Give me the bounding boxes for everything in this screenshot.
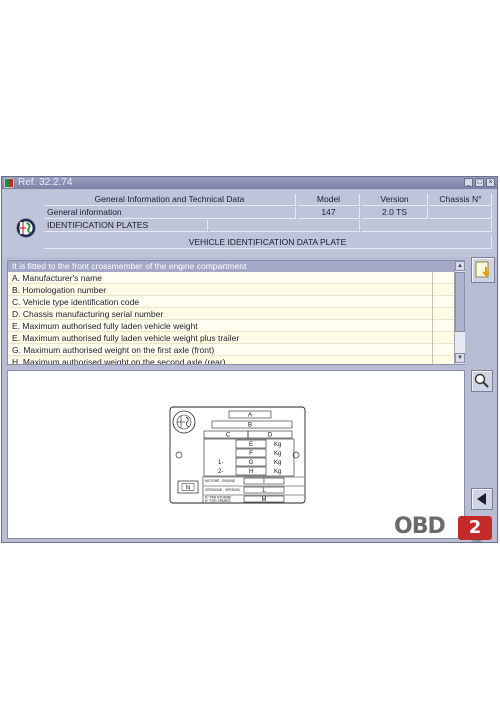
title-bar: Ref. 32.2.74 _ □ ×: [2, 177, 497, 189]
plate-field-f: F: [249, 451, 253, 457]
close-button[interactable]: ×: [486, 178, 495, 187]
column-version: Version: [362, 194, 428, 206]
plate-axle-1: 1-: [218, 460, 223, 466]
subsection-blank-2: [362, 220, 492, 232]
plate-field-h: H: [249, 469, 253, 475]
section-label: General information: [44, 207, 296, 219]
list-item[interactable]: E. Maximum authorised fully laden vehicl…: [8, 332, 454, 344]
jump-icon: [475, 261, 490, 278]
watermark-text: OBD: [394, 514, 446, 539]
plate-field-c: C: [226, 433, 231, 439]
plate-field-m: M: [262, 497, 267, 503]
back-button[interactable]: [471, 488, 493, 510]
info-header: General Information and Technical Data M…: [2, 190, 497, 257]
plate-axle-2: 2-: [218, 469, 223, 475]
plate-unit-e: Kg: [274, 442, 281, 448]
column-title: General Information and Technical Data: [44, 194, 296, 206]
window-title: Ref. 32.2.74: [18, 177, 73, 188]
plate-unit-g: Kg: [274, 460, 281, 466]
plate-field-g: G: [249, 460, 254, 466]
list-item[interactable]: G. Maximum authorised weight on the firs…: [8, 344, 454, 356]
list-rows: A. Manufacturer's name B. Homologation n…: [8, 272, 454, 364]
list-item[interactable]: B. Homologation number: [8, 284, 454, 296]
plate-engine-label: MOTORE - ENGINE: [205, 479, 236, 483]
app-icon: [4, 178, 14, 188]
column-chassis: Chassis N°: [430, 194, 492, 206]
triangle-left-icon: [477, 493, 486, 505]
version-value: 2.0 TS: [362, 207, 428, 219]
list-scrollbar[interactable]: ▲ ▼: [454, 261, 465, 364]
list-item[interactable]: E. Maximum authorised fully laden vehicl…: [8, 320, 454, 332]
plate-field-e: E: [249, 442, 253, 448]
jump-button[interactable]: [471, 257, 495, 283]
scroll-thumb[interactable]: [455, 272, 465, 332]
alfa-romeo-logo-icon: [16, 218, 36, 238]
id-plate-diagram: A B C D E Kg F Kg 1- G Kg 2- H Kg MOTORE…: [169, 406, 306, 504]
watermark-logo: OBD 2 .com: [394, 514, 494, 544]
subsection-label: IDENTIFICATION PLATES: [44, 220, 208, 232]
maximize-button[interactable]: □: [475, 178, 484, 187]
chassis-value: [430, 207, 492, 219]
zoom-button[interactable]: [471, 370, 493, 392]
list-item[interactable]: H. Maximum authorised weight on the seco…: [8, 356, 454, 364]
list-item[interactable]: A. Manufacturer's name: [8, 272, 454, 284]
list-item[interactable]: D. Chassis manufacturing serial number: [8, 308, 454, 320]
minimize-button[interactable]: _: [464, 178, 473, 187]
column-divider: [432, 272, 433, 364]
scroll-up-icon[interactable]: ▲: [455, 261, 465, 271]
plate-field-n: N: [186, 485, 190, 491]
app-window: Ref. 32.2.74 _ □ × General Information a…: [1, 176, 498, 543]
plate-spares-label-2: N° FOR SPARES: [205, 499, 231, 503]
plate-unit-h: Kg: [274, 469, 281, 475]
scroll-down-icon[interactable]: ▼: [455, 353, 465, 363]
plate-unit-f: Kg: [274, 451, 281, 457]
plate-version-label: VERSIONE - VERSION: [205, 488, 240, 492]
topic-title: VEHICLE IDENTIFICATION DATA PLATE: [44, 235, 492, 249]
plate-field-a: A: [248, 413, 252, 419]
list-item[interactable]: C. Vehicle type identification code: [8, 296, 454, 308]
watermark-box: 2: [458, 516, 492, 540]
watermark-sub: .com: [471, 538, 482, 544]
plate-field-b: B: [248, 423, 252, 429]
model-value: 147: [298, 207, 360, 219]
description-list: It is fitted to the front crossmember of…: [7, 260, 465, 365]
column-model: Model: [298, 194, 360, 206]
list-heading: It is fitted to the front crossmember of…: [8, 261, 454, 272]
plate-field-d: D: [268, 433, 273, 439]
subsection-blank: [210, 220, 360, 232]
magnifier-icon: [474, 373, 489, 388]
